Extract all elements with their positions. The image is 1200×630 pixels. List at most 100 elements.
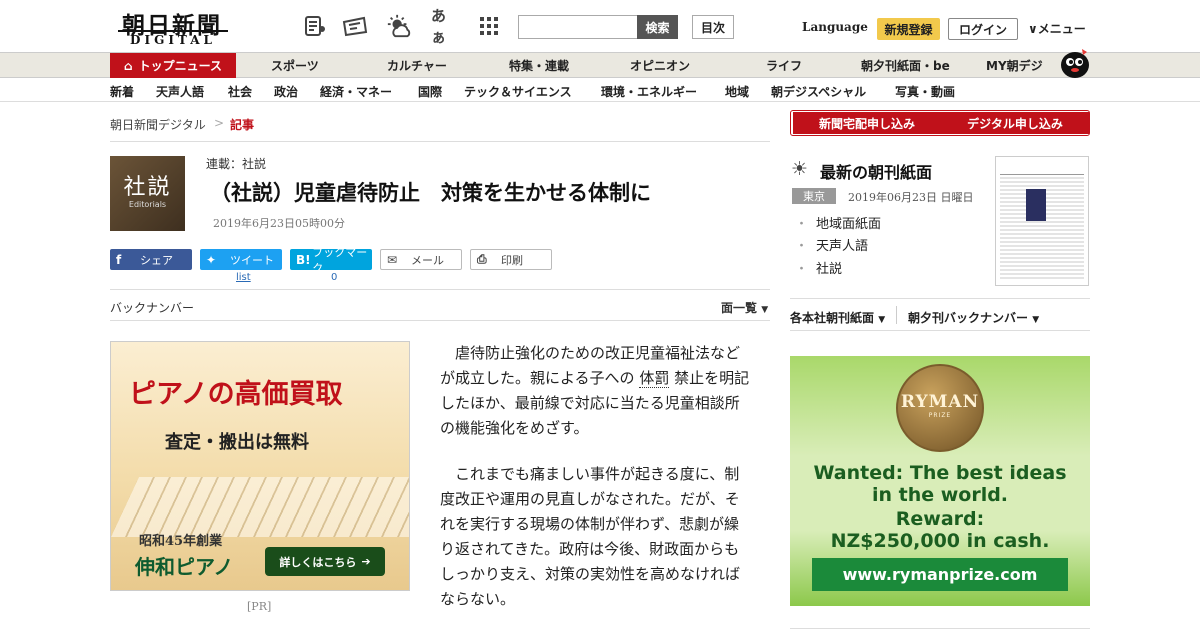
medal-text: RYMAN: [900, 392, 980, 412]
subnav-photo[interactable]: 写真・動画: [895, 83, 955, 100]
nav-features[interactable]: 特集・連載: [509, 53, 569, 78]
sidebar-link-tenseijingo[interactable]: ・天声人語: [795, 235, 868, 254]
piano-ad[interactable]: ピアノの高価買取 査定・搬出は無料 昭和45年創業 伸和ピアノ 詳しくはこちら ➔: [110, 341, 410, 591]
subnav-latest[interactable]: 新着: [110, 83, 134, 100]
chevron-down-icon: ∨: [1028, 22, 1038, 36]
nav-sports[interactable]: スポーツ: [271, 53, 319, 78]
divider: [110, 141, 770, 142]
ad-brand: 伸和ピアノ: [135, 555, 234, 579]
subnav-tech[interactable]: テック＆サイエンス: [464, 83, 572, 100]
caret-down-icon: ▼: [1032, 315, 1040, 325]
breadcrumb-current: 記事: [230, 118, 255, 132]
article-title: （社説）児童虐待防止 対策を生かせる体制に: [210, 181, 651, 205]
nav-culture[interactable]: カルチャー: [387, 53, 447, 78]
breadcrumb-home[interactable]: 朝日新聞デジタル: [110, 116, 206, 133]
backnumber-dropdown[interactable]: 朝夕刊バックナンバー ▼: [908, 309, 1039, 326]
ad-line: Reward:: [895, 508, 985, 530]
facebook-share-button[interactable]: f シェア: [110, 249, 192, 270]
register-button[interactable]: 新規登録: [877, 18, 940, 40]
subnav-special[interactable]: 朝デジスペシャル: [771, 83, 866, 100]
ad-line: NZ$250,000 in cash.: [830, 530, 1050, 552]
caret-down-icon: ▼: [761, 305, 769, 315]
bullet-icon: ・: [795, 262, 809, 277]
ad-url-button[interactable]: www.rymanprize.com: [812, 558, 1068, 591]
article-paragraph: 虐待防止強化のための改正児童福祉法などが成立した。親による子への 体罰 禁止を明…: [440, 341, 750, 441]
nav-top-news[interactable]: ⌂ トップニュース: [110, 53, 236, 78]
page-list-dropdown[interactable]: 面一覧 ▼: [721, 299, 768, 316]
medal-image: RYMAN PRIZE: [896, 364, 984, 452]
mail-button[interactable]: ✉ メール: [380, 249, 462, 270]
twitter-count[interactable]: list: [236, 272, 251, 283]
site-logo-sub[interactable]: DIGITAL: [118, 30, 228, 47]
newspaper-header: [1000, 161, 1084, 175]
newspaper-page-image: [1000, 161, 1084, 281]
nav-paper[interactable]: 朝夕刊紙面・be: [861, 53, 950, 78]
print-button[interactable]: ⎙ 印刷: [470, 249, 552, 270]
sidebar-link-label: 天声人語: [816, 239, 869, 254]
divider: [110, 320, 770, 321]
hatena-bookmark-button[interactable]: B! ブックマーク: [290, 246, 372, 275]
paper-icon[interactable]: [342, 13, 368, 39]
region-badge: 東京: [792, 188, 836, 204]
mail-icon: ✉: [387, 252, 398, 267]
divider: [896, 306, 897, 324]
subnav-politics[interactable]: 政治: [274, 83, 298, 100]
nav-my-asadigi[interactable]: MY朝デジ: [986, 53, 1043, 78]
menu-button[interactable]: ∨メニュー: [1028, 20, 1086, 37]
home-icon: ⌂: [124, 58, 133, 73]
sidebar-link-label: 社説: [816, 262, 843, 277]
backnumber-link[interactable]: バックナンバー: [110, 299, 194, 316]
pr-label: [PR]: [247, 600, 272, 613]
grid-menu-icon[interactable]: [476, 13, 502, 39]
facebook-icon: f: [116, 252, 122, 267]
glossary-term[interactable]: 体罰: [639, 369, 670, 388]
ad-line: in the world.: [871, 484, 1009, 506]
hatena-label: ブックマーク: [312, 245, 368, 275]
search-input[interactable]: [518, 15, 637, 39]
twitter-label: ツイート: [230, 253, 274, 267]
toc-button[interactable]: 目次: [692, 15, 734, 39]
twitter-icon: ✦: [206, 252, 217, 267]
article-date: 2019年6月23日05時00分: [213, 217, 345, 230]
subnav-environment[interactable]: 環境・エネルギー: [601, 83, 697, 100]
series-label[interactable]: 連載：社説: [206, 155, 266, 172]
subnav-region[interactable]: 地域: [725, 83, 749, 100]
latest-paper-title[interactable]: 最新の朝刊紙面: [820, 159, 932, 183]
login-button[interactable]: ログイン: [948, 18, 1018, 40]
subnav-international[interactable]: 国際: [418, 83, 442, 100]
badge-title: 社説: [123, 175, 172, 200]
subnav-tenseijingo[interactable]: 天声人語: [156, 83, 204, 100]
nav-life[interactable]: ライフ: [766, 53, 802, 78]
sidebar-link-editorial[interactable]: ・社説: [795, 258, 842, 277]
digital-subscribe-button[interactable]: デジタル申し込み: [941, 112, 1089, 134]
paper-date: 2019年06月23日 日曜日: [848, 191, 974, 204]
weather-icon[interactable]: [386, 13, 412, 39]
bullet-icon: ・: [795, 217, 809, 232]
medal-subtext: PRIZE: [928, 412, 952, 419]
ad-headline: ピアノの高価買取: [129, 379, 343, 410]
language-link[interactable]: Language: [802, 20, 868, 34]
ryman-prize-ad[interactable]: RYMAN PRIZE Wanted: The best ideas in th…: [790, 356, 1090, 606]
subnav-economy[interactable]: 経済・マネー: [320, 83, 392, 100]
menu-label: メニュー: [1037, 22, 1086, 36]
font-size-icon[interactable]: あぁ: [431, 7, 459, 46]
divider: [790, 298, 1090, 299]
twitter-share-button[interactable]: ✦ ツイート: [200, 249, 282, 270]
bullet-icon: ・: [795, 239, 809, 254]
search-button[interactable]: 検索: [637, 15, 678, 39]
divider: [790, 628, 1090, 629]
newspaper-photo: [1026, 189, 1046, 221]
print-icon: ⎙: [477, 252, 487, 266]
divider: [790, 330, 1090, 331]
ad-cta-button[interactable]: 詳しくはこちら ➔: [265, 547, 385, 576]
subnav-society[interactable]: 社会: [228, 83, 252, 100]
article-list-icon[interactable]: [302, 13, 328, 39]
sidebar-link-region[interactable]: ・地域面紙面: [795, 213, 881, 232]
nav-opinion[interactable]: オピニオン: [630, 53, 690, 78]
nav-label: トップニュース: [138, 59, 222, 73]
newspaper-thumbnail[interactable]: [995, 156, 1089, 286]
paper-subscribe-button[interactable]: 新聞宅配申し込み: [793, 112, 941, 134]
article-paragraph: これまでも痛ましい事件が起きる度に、制度改正や運用の見直しがなされた。だが、それ…: [440, 465, 741, 608]
honsha-paper-dropdown[interactable]: 各本社朝刊紙面 ▼: [790, 309, 885, 326]
piano-keys-image: [111, 477, 409, 537]
